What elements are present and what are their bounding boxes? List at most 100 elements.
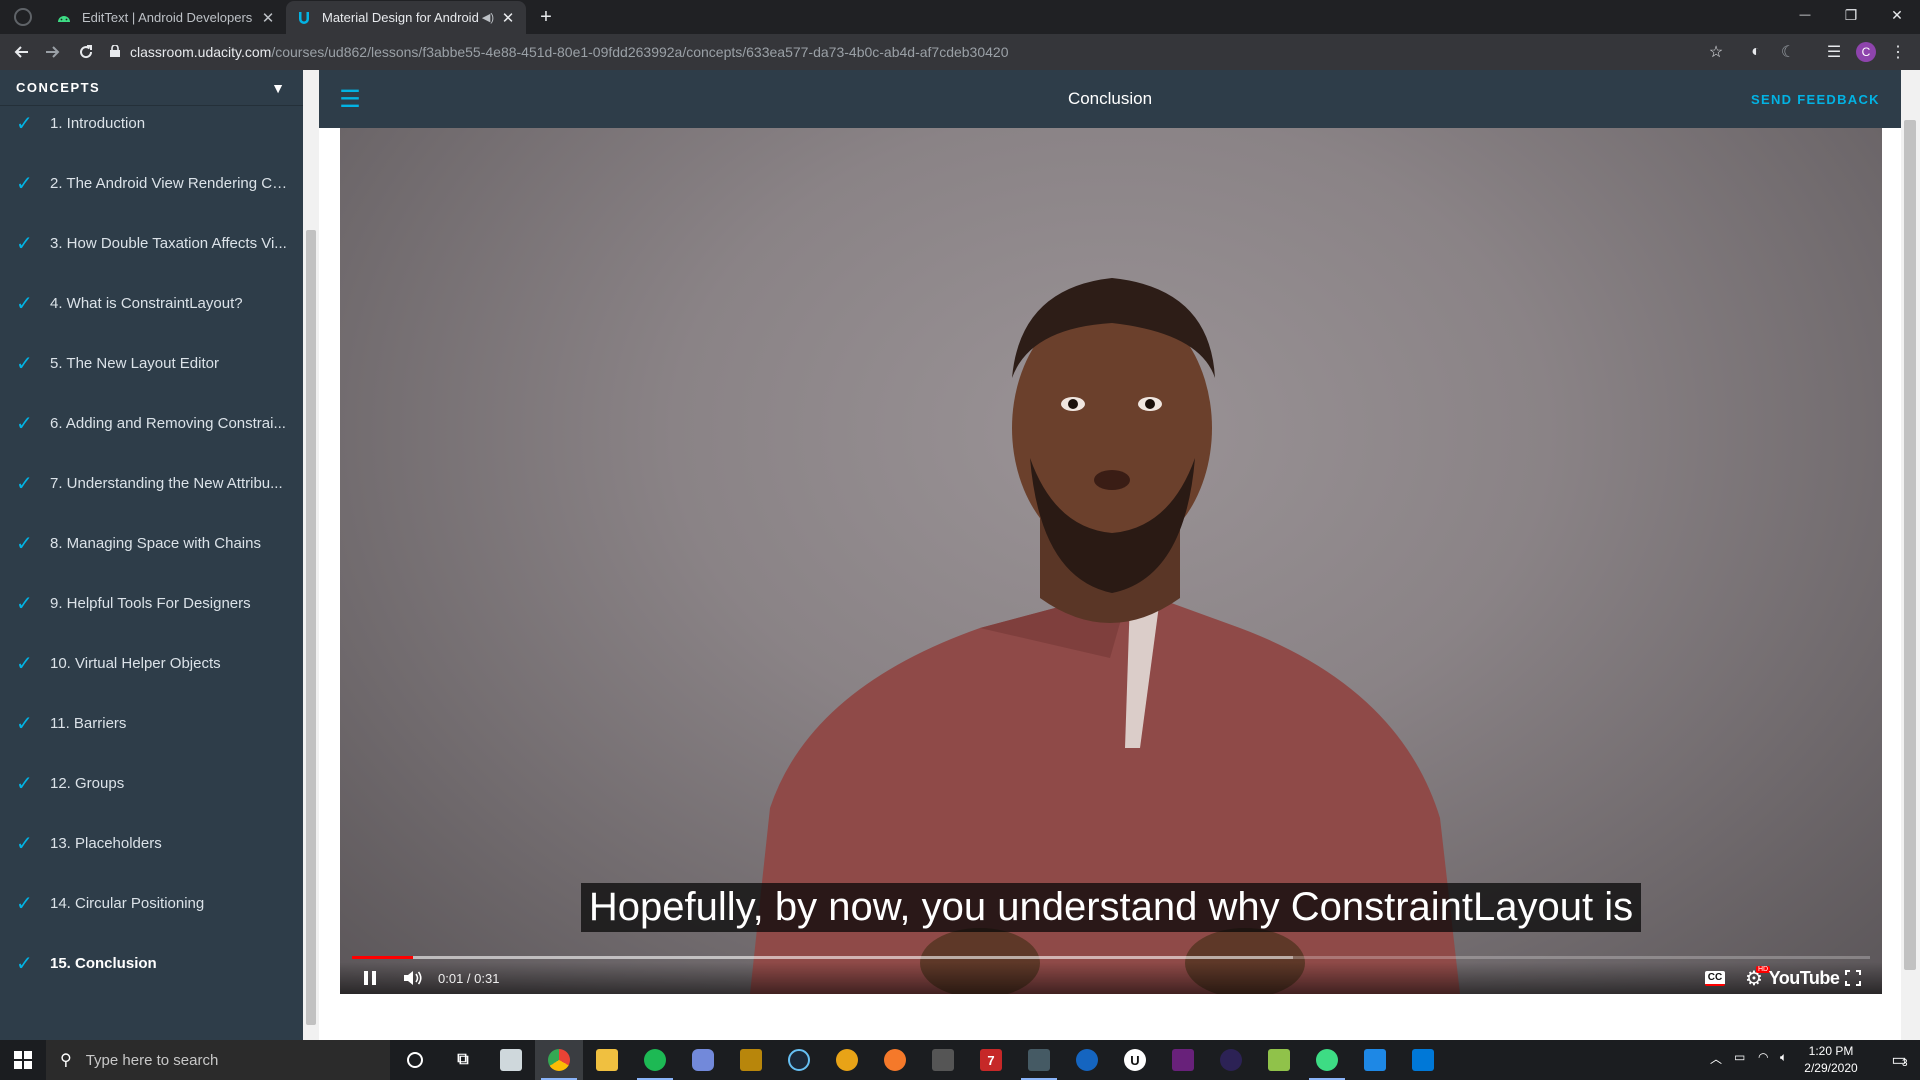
- media-queue-icon[interactable]: ☰: [1822, 40, 1846, 64]
- chrome-icon[interactable]: [535, 1040, 583, 1080]
- bookmark-star-icon[interactable]: ☆: [1704, 40, 1728, 64]
- check-icon: ✓: [16, 412, 33, 435]
- dark-mode-extension-icon[interactable]: ◐: [1744, 40, 1768, 64]
- browser-menu-icon[interactable]: [14, 8, 32, 26]
- concept-label: 12. Groups: [50, 774, 125, 792]
- address-bar[interactable]: classroom.udacity.com/courses/ud862/less…: [110, 38, 1710, 66]
- concept-item-6[interactable]: ✓ 6. Adding and Removing Constrai...: [0, 393, 303, 453]
- steam-icon[interactable]: [775, 1040, 823, 1080]
- video-player[interactable]: Hopefully, by now, you understand why Co…: [340, 128, 1882, 994]
- hamburger-menu-icon[interactable]: ☰: [337, 86, 363, 113]
- new-tab-button[interactable]: +: [532, 4, 560, 30]
- android-studio-icon[interactable]: [1303, 1040, 1351, 1080]
- concept-label: 15. Conclusion: [50, 954, 157, 972]
- concept-label: 7. Understanding the New Attribu...: [50, 474, 283, 492]
- uplay-icon[interactable]: [1063, 1040, 1111, 1080]
- concept-item-3[interactable]: ✓ 3. How Double Taxation Affects Vi...: [0, 213, 303, 273]
- back-button[interactable]: [8, 38, 36, 66]
- eclipse-icon[interactable]: [1207, 1040, 1255, 1080]
- forward-button[interactable]: [38, 38, 66, 66]
- concept-item-10[interactable]: ✓ 10. Virtual Helper Objects: [0, 633, 303, 693]
- check-icon: ✓: [16, 592, 33, 615]
- audio-playing-icon[interactable]: ◀): [482, 11, 494, 24]
- concept-label: 1. Introduction: [50, 114, 146, 132]
- visual-studio-icon[interactable]: [1159, 1040, 1207, 1080]
- cortana-icon[interactable]: [391, 1040, 439, 1080]
- concept-item-11[interactable]: ✓ 11. Barriers: [0, 693, 303, 753]
- sketch-app-icon[interactable]: [1351, 1040, 1399, 1080]
- spotify-icon[interactable]: [631, 1040, 679, 1080]
- back-arrow-icon: [14, 46, 28, 58]
- subtitle-caption: Hopefully, by now, you understand why Co…: [340, 883, 1882, 932]
- notification-count: 3: [1902, 1058, 1908, 1069]
- send-feedback-link[interactable]: SEND FEEDBACK: [1751, 70, 1880, 128]
- close-window-button[interactable]: ✕: [1874, 0, 1920, 30]
- concept-item-9[interactable]: ✓ 9. Helpful Tools For Designers: [0, 573, 303, 633]
- concept-item-7[interactable]: ✓ 7. Understanding the New Attribu...: [0, 453, 303, 513]
- concept-item-1[interactable]: ✓ 1. Introduction: [0, 93, 303, 153]
- youtube-logo: YouTube: [1768, 967, 1840, 988]
- action-center-button[interactable]: ▭ 3: [1878, 1040, 1920, 1080]
- main-scrollbar-thumb[interactable]: [1904, 120, 1916, 970]
- blender-icon[interactable]: [871, 1040, 919, 1080]
- tab-material-design[interactable]: Material Design for Android ◀) ✕: [286, 1, 526, 34]
- task-view-icon[interactable]: ⧉: [439, 1040, 487, 1080]
- tray-chevron-icon[interactable]: ︿: [1710, 1050, 1726, 1070]
- captions-button[interactable]: CC: [1702, 966, 1728, 990]
- concept-item-8[interactable]: ✓ 8. Managing Space with Chains: [0, 513, 303, 573]
- close-tab-icon[interactable]: ✕: [500, 9, 516, 27]
- pause-button[interactable]: [358, 966, 382, 990]
- browser-menu-icon[interactable]: ⋮: [1886, 40, 1910, 64]
- generic-app-icon[interactable]: [919, 1040, 967, 1080]
- check-icon: ✓: [16, 712, 33, 735]
- browser-toolbar: classroom.udacity.com/courses/ud862/less…: [0, 34, 1920, 70]
- snipping-tool-icon[interactable]: [1015, 1040, 1063, 1080]
- volume-button[interactable]: [400, 966, 426, 990]
- minimize-button[interactable]: —: [1782, 0, 1828, 30]
- concept-item-12[interactable]: ✓ 12. Groups: [0, 753, 303, 813]
- 7zip-icon[interactable]: 7: [967, 1040, 1015, 1080]
- check-icon: ✓: [16, 652, 33, 675]
- discord-icon[interactable]: [679, 1040, 727, 1080]
- book-app-icon[interactable]: [727, 1040, 775, 1080]
- settings-button[interactable]: ⚙ HD: [1740, 966, 1771, 990]
- unreal-engine-icon[interactable]: U: [1111, 1040, 1159, 1080]
- profile-avatar[interactable]: C: [1854, 40, 1878, 64]
- concept-item-2[interactable]: ✓ 2. The Android View Rendering Cy...: [0, 153, 303, 213]
- check-icon: ✓: [16, 232, 33, 255]
- check-icon: ✓: [16, 472, 33, 495]
- concept-item-4[interactable]: ✓ 4. What is ConstraintLayout?: [0, 273, 303, 333]
- file-explorer-alt-icon[interactable]: [487, 1040, 535, 1080]
- wifi-icon[interactable]: ◠: [1758, 1050, 1776, 1070]
- battery-icon[interactable]: ▭: [1734, 1050, 1752, 1070]
- taskbar-search-input[interactable]: ⚲ Type here to search: [46, 1040, 390, 1080]
- concept-label: 2. The Android View Rendering Cy...: [50, 174, 290, 192]
- restore-button[interactable]: ❐: [1828, 0, 1874, 30]
- fullscreen-button[interactable]: [1840, 966, 1866, 990]
- lock-icon: [110, 44, 120, 60]
- tab-edittext[interactable]: EditText | Android Developers ✕: [46, 1, 286, 34]
- concept-label: 10. Virtual Helper Objects: [50, 654, 221, 672]
- youtube-logo-link[interactable]: YouTube: [1769, 966, 1840, 990]
- vscode-icon[interactable]: [1399, 1040, 1447, 1080]
- windows-taskbar: ⚲ Type here to search ⧉ 7 U ︿ ▭ ◠ 🔈︎ 1:2…: [0, 1040, 1920, 1080]
- taskbar-clock[interactable]: 1:20 PM 2/29/2020: [1796, 1042, 1866, 1078]
- content-below-video: [319, 1016, 1901, 1040]
- file-explorer-icon[interactable]: [583, 1040, 631, 1080]
- close-tab-icon[interactable]: ✕: [260, 9, 276, 27]
- game-app-icon[interactable]: [823, 1040, 871, 1080]
- concept-item-13[interactable]: ✓ 13. Placeholders: [0, 813, 303, 873]
- concept-item-14[interactable]: ✓ 14. Circular Positioning: [0, 873, 303, 933]
- volume-icon: [404, 971, 422, 985]
- notepad-app-icon[interactable]: [1255, 1040, 1303, 1080]
- concept-item-5[interactable]: ✓ 5. The New Layout Editor: [0, 333, 303, 393]
- sidebar-scrollbar-thumb[interactable]: [306, 230, 316, 1025]
- reload-button[interactable]: [72, 38, 100, 66]
- check-icon: ✓: [16, 532, 33, 555]
- browser-tab-strip: EditText | Android Developers ✕ Material…: [0, 0, 1920, 34]
- moon-extension-icon[interactable]: ☾: [1776, 40, 1800, 64]
- clock-date: 2/29/2020: [1804, 1061, 1858, 1075]
- start-button[interactable]: [0, 1040, 46, 1080]
- url-host: classroom.udacity.com: [130, 44, 272, 60]
- concept-item-15[interactable]: ✓ 15. Conclusion: [0, 933, 303, 993]
